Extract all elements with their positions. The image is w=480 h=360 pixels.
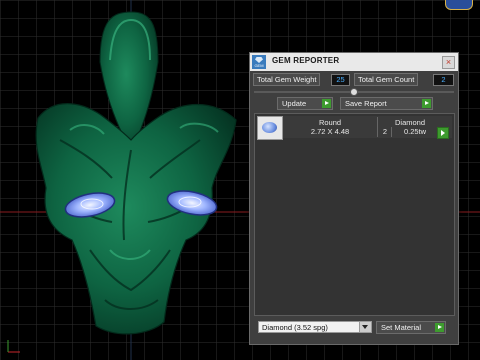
gem-list[interactable]: Round 2.72 X 4.48 Diamond 2 0.25tw [254, 113, 455, 316]
gem-count: 2 [382, 127, 388, 136]
update-button[interactable]: Update [277, 97, 333, 110]
green-play-arrow-icon [422, 99, 431, 108]
green-play-arrow-icon [435, 323, 444, 332]
gem-material: Diamond [394, 118, 425, 127]
gem-size: 2.72 X 4.48 [310, 127, 350, 136]
set-material-label: Set Material [381, 323, 422, 332]
close-icon[interactable]: × [442, 56, 455, 69]
round-diamond-thumbnail-icon [257, 116, 283, 140]
material-select-value: Diamond (3.52 spg) [262, 323, 328, 332]
save-report-label: Save Report [345, 99, 387, 108]
gem-weight: 0.25tw [403, 127, 427, 136]
gem-logo-icon: GEM [252, 55, 266, 69]
panel-slider-thumb[interactable] [350, 88, 358, 96]
total-gem-count-value: 2 [433, 74, 454, 86]
set-material-button[interactable]: Set Material [376, 321, 446, 334]
panel-title: GEM REPORTER [272, 56, 340, 65]
gem-shape: Round [318, 118, 342, 127]
green-play-arrow-icon[interactable] [437, 127, 449, 139]
update-label: Update [282, 99, 307, 108]
total-gem-count-label: Total Gem Count [354, 73, 419, 86]
cell-divider [377, 117, 378, 137]
total-gem-weight-value: 25 [331, 74, 350, 86]
logo-text: GEM [254, 63, 264, 68]
green-play-arrow-icon [322, 99, 331, 108]
total-gem-weight-label: Total Gem Weight [253, 73, 321, 86]
gem-row[interactable]: Round 2.72 X 4.48 Diamond 2 0.25tw [257, 116, 452, 140]
corner-logo-badge[interactable] [445, 0, 473, 10]
gem-reporter-panel: GEM GEM REPORTER × Total Gem Weight 25 T… [249, 52, 459, 345]
save-report-button[interactable]: Save Report [340, 97, 433, 110]
material-select[interactable]: Diamond (3.52 spg) [258, 321, 372, 333]
panel-header[interactable]: GEM GEM REPORTER × [250, 53, 458, 71]
chevron-down-icon[interactable] [359, 322, 371, 332]
